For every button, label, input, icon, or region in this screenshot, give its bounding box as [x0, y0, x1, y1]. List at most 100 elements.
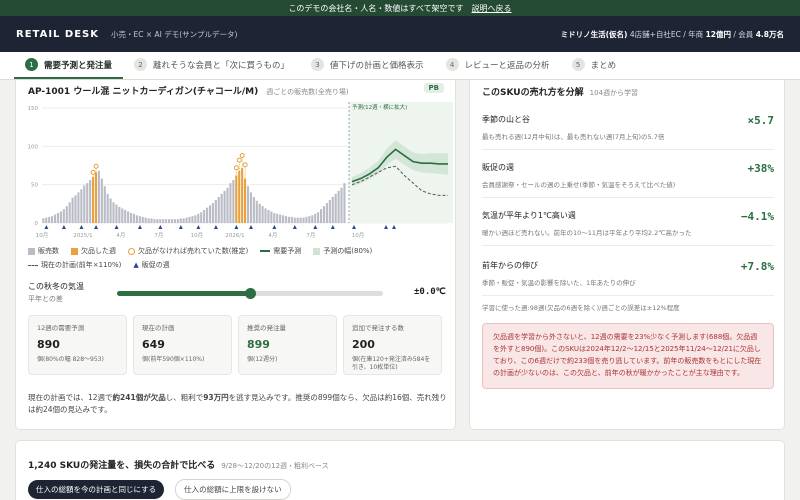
sales-bar: [170, 219, 174, 223]
promo-week-marker: [79, 225, 84, 229]
legend-plan-text: 現在の計画(前年×110%): [41, 261, 122, 269]
comparison-mode-buttons: 仕入の総額を今の計画と同じにする 仕入の総額に上限を設けない: [28, 477, 297, 500]
tab-demand-forecast[interactable]: 1 需要予測と発注量: [14, 52, 124, 79]
tab-review-returns[interactable]: 4 レビューと返品の分析: [435, 52, 561, 79]
sales-bar: [299, 217, 302, 223]
sales-bar: [135, 215, 138, 223]
sku-title: AP-1001 ウール混 ニットカーディガン(チャコール/M): [28, 87, 259, 97]
metric-label: 気温が平年より1℃高い週: [482, 211, 576, 220]
promo-week-marker: [272, 225, 277, 229]
x-tick-label: 10月: [191, 232, 204, 239]
metric-value: +38%: [747, 162, 775, 175]
summary-part: し、粗利で: [165, 393, 204, 402]
promo-week-marker: [213, 225, 218, 229]
kpi-label: 12週の需要予測: [37, 324, 85, 332]
no-limit-button[interactable]: 仕入の総額に上限を設けない: [175, 479, 291, 500]
members-value: 4.8万名: [755, 29, 784, 39]
promo-week-marker: [292, 225, 297, 229]
brand-logo[interactable]: RETAIL DESK: [16, 29, 99, 40]
tab-churn-members[interactable]: 2 離れそうな会員と「次に買うもの」: [123, 52, 300, 79]
metric-growth: 前年からの伸び 季節・販促・気温の影響を除いた、1年あたりの伸び +7.8%: [482, 260, 774, 296]
sales-bar: [162, 219, 165, 223]
estimated-demand-marker: [236, 157, 242, 163]
sales-bar: [261, 206, 264, 223]
same-budget-button[interactable]: 仕入の総額を今の計画と同じにする: [28, 480, 165, 499]
estimated-demand-marker: [239, 153, 245, 159]
sales-bar: [264, 208, 267, 223]
sales-bar: [48, 216, 51, 223]
revenue-value: 12億円: [705, 29, 732, 39]
metric-promo: 販促の週 会員感謝祭・セールの週の上乗せ(季節・気温をそろえて比べた値) +38…: [482, 162, 774, 198]
sales-bar: [74, 195, 77, 223]
sales-bar: [59, 211, 62, 223]
decomposition-title: このSKUの売れ方を分解: [482, 88, 584, 98]
back-to-explanation-link[interactable]: 説明へ戻る: [472, 3, 512, 14]
sales-bar: [197, 213, 200, 223]
plan-summary: 現在の計画では、12週で約241個が欠品し、粗利で93万円を逃す見込みです。推奨…: [28, 392, 448, 416]
sales-bar: [118, 206, 121, 223]
summary-loss: 93万円: [203, 393, 229, 402]
sales-bar: [226, 187, 229, 223]
temperature-value: ±0.0℃: [414, 287, 446, 297]
stockout-bar: [243, 178, 247, 223]
promo-week-marker: [384, 225, 388, 229]
sales-bar: [229, 183, 232, 223]
sku-subtitle: 週ごとの販売数(全売り場): [266, 88, 349, 96]
stockout-warning-note: 欠品週を学習から外さないと、12週の需要を23%少なく予測します(688個。欠品…: [482, 323, 774, 389]
sales-bar: [208, 205, 212, 223]
sales-bar: [252, 196, 255, 223]
legend-swatch: [71, 247, 78, 255]
x-tick-label: 10月: [36, 232, 49, 239]
legend-swatch: [313, 247, 321, 255]
stockout-bar: [241, 167, 244, 223]
sales-bar: [334, 193, 337, 223]
legend-plan: 現在の計画(前年×110%): [28, 260, 121, 270]
tab-summary[interactable]: 5 まとめ: [561, 52, 628, 79]
sales-chart: 予測(12週・横に拡大) 150 100 50 0 10月 2025/1 4月 7月 10月 20…: [28, 102, 453, 239]
promo-week-marker: [158, 225, 163, 229]
tab-label: まとめ: [590, 60, 617, 71]
tab-markdown-plan[interactable]: 3 値下げの計画と価格表示: [300, 52, 435, 79]
sales-bar: [176, 219, 179, 223]
sales-bar: [109, 198, 112, 223]
promo-week-marker: [114, 225, 119, 229]
sales-bar: [255, 200, 258, 223]
temperature-slider[interactable]: [117, 288, 383, 299]
header-subtitle: 小売・EC × AI デモ(サンプルデータ): [110, 29, 238, 39]
promo-week-marker: [196, 225, 201, 229]
legend-forecast-text: 需要予測: [273, 247, 302, 255]
sales-bar: [83, 185, 86, 223]
x-tick-label: 7月: [154, 232, 163, 239]
sales-bar: [112, 202, 115, 223]
x-tick-label: 2026/1: [225, 233, 244, 239]
stockout-bar: [235, 175, 238, 223]
forecast-card: AP-1001 ウール混 ニットカーディガン(チャコール/M) 週ごとの販売数(…: [15, 80, 456, 430]
metric-seasonality: 季節の山と谷 最も売れる週(12月中旬)は、最も売れない週(7月上旬)の5.7倍…: [482, 114, 774, 150]
slider-knob[interactable]: [245, 288, 256, 299]
tab-number: 1: [25, 58, 38, 71]
sales-bar: [129, 213, 133, 223]
metric-temperature: 気温が平年より1℃高い週 暖かい週ほど売れない。前年の10〜11月は平年より平均…: [482, 210, 774, 246]
metric-value: −4.1%: [740, 210, 774, 223]
sales-bar: [279, 214, 282, 223]
app-header: RETAIL DESK 小売・EC × AI デモ(サンプルデータ) ミドリノ生…: [0, 16, 800, 52]
sku-comparison-card: 1,240 SKUの発注量を、損失の合計で比べる 9/28〜12/20の12週・…: [15, 440, 785, 500]
sales-bar: [214, 200, 217, 223]
sales-bar: [159, 219, 162, 223]
sales-bar: [203, 209, 206, 223]
comparison-subtitle: 9/28〜12/20の12週・粗利ベース: [221, 462, 329, 470]
metric-desc: 会員感謝祭・セールの週の上乗せ(季節・気温をそろえて比べた値): [482, 181, 676, 189]
sales-bar: [314, 213, 317, 223]
tab-label: 値下げの計画と価格表示: [330, 60, 424, 71]
legend-swatch: [28, 264, 38, 266]
sales-bar: [296, 217, 299, 223]
legend-stockout-text: 欠品した週: [81, 247, 116, 255]
banner-text: このデモの会社名・人名・数値はすべて架空です: [288, 3, 464, 13]
sales-bar: [258, 203, 261, 223]
x-tick-label: 10月: [352, 232, 365, 239]
legend-estimated-text: 欠品がなければ売れていた数(推定): [138, 247, 249, 255]
sales-bar: [153, 219, 156, 223]
legend-stockout: 欠品した週: [71, 246, 116, 256]
sales-bar: [106, 193, 109, 223]
comparison-title: 1,240 SKUの発注量を、損失の合計で比べる: [28, 461, 216, 471]
